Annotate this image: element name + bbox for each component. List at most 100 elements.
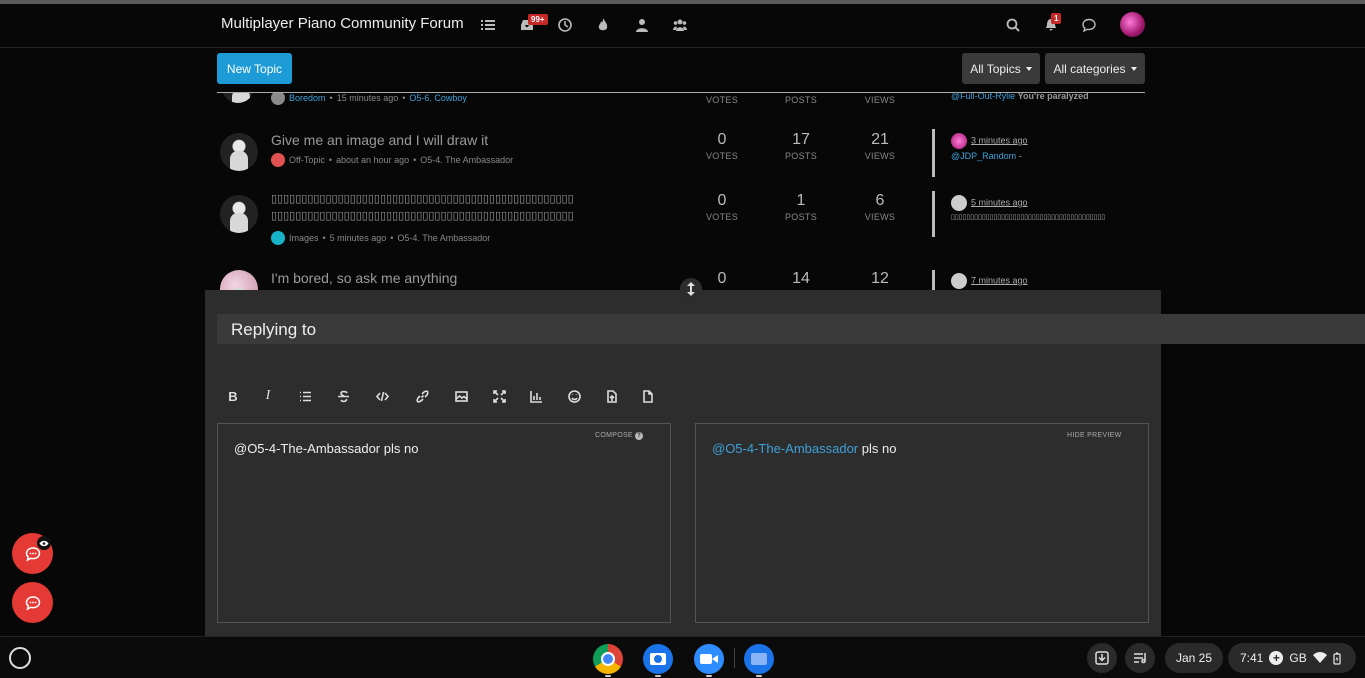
search-icon[interactable] xyxy=(1003,15,1023,35)
topic-author[interactable]: O5-4. The Ambassador xyxy=(397,233,490,243)
last-reply-text: - xyxy=(1018,151,1022,161)
last-reply-avatar[interactable] xyxy=(951,133,967,149)
last-reply-teaser: @JDP_Random - xyxy=(951,151,1022,161)
chrome-icon[interactable] xyxy=(593,644,623,674)
topic-title[interactable]: Give me an image and I will draw it xyxy=(271,132,488,148)
strikethrough-icon[interactable] xyxy=(330,385,356,407)
media-controls-icon[interactable] xyxy=(1125,643,1155,673)
zoom-icon[interactable] xyxy=(694,644,724,674)
last-reply-time[interactable]: 3 minutes ago xyxy=(971,135,1028,145)
posts-stat: 1 POSTS xyxy=(784,192,817,222)
last-reply-text: You're paralyzed xyxy=(1017,92,1089,101)
user-avatar[interactable] xyxy=(1120,12,1145,37)
groups-icon[interactable] xyxy=(670,15,690,35)
topic-title[interactable]: ▯▯▯▯▯▯▯▯▯▯▯▯▯▯▯▯▯▯▯▯▯▯▯▯▯▯▯▯▯▯▯▯▯▯▯▯▯▯▯▯… xyxy=(271,191,671,225)
topic-author[interactable]: O5-6. Cowboy xyxy=(409,93,467,103)
chat-icon xyxy=(25,595,40,610)
separator: • xyxy=(328,155,333,165)
users-icon[interactable] xyxy=(632,15,652,35)
compose-text: @O5-4-The-Ambassador pls no xyxy=(234,441,419,456)
chart-icon[interactable] xyxy=(523,385,549,407)
unread-badge: 99+ xyxy=(528,14,548,25)
list-icon[interactable] xyxy=(292,385,318,407)
wifi-icon xyxy=(1312,652,1327,663)
file-upload-icon[interactable] xyxy=(598,385,624,407)
topic-row[interactable]: Give me an image and I will draw it Off-… xyxy=(217,129,1145,185)
category-link[interactable]: Boredom xyxy=(289,93,326,103)
topic-title-line: ▯▯▯▯▯▯▯▯▯▯▯▯▯▯▯▯▯▯▯▯▯▯▯▯▯▯▯▯▯▯▯▯▯▯▯▯▯▯▯▯… xyxy=(271,210,574,222)
hide-preview-link[interactable]: HIDE PREVIEW xyxy=(1067,432,1122,439)
topic-title-line: ▯▯▯▯▯▯▯▯▯▯▯▯▯▯▯▯▯▯▯▯▯▯▯▯▯▯▯▯▯▯▯▯▯▯▯▯▯▯▯▯… xyxy=(271,193,574,205)
keyboard-locale: GB xyxy=(1289,651,1307,665)
author-avatar[interactable] xyxy=(220,270,258,290)
topic-list: Boredom • 15 minutes ago • O5-6. Cowboy … xyxy=(217,92,1145,290)
category-link[interactable]: Images xyxy=(289,233,319,243)
posts-stat: 14 xyxy=(792,270,810,287)
app-running-indicator xyxy=(655,675,661,677)
code-icon[interactable] xyxy=(369,385,395,407)
resize-icon[interactable] xyxy=(680,278,702,300)
topic-row[interactable]: Boredom • 15 minutes ago • O5-6. Cowboy … xyxy=(217,92,1145,109)
camera-icon[interactable] xyxy=(643,644,673,674)
all-topics-dropdown[interactable]: All Topics xyxy=(962,53,1040,84)
category-icon xyxy=(271,93,285,105)
image-icon[interactable] xyxy=(448,385,474,407)
italic-icon[interactable]: I xyxy=(255,385,281,407)
file-icon[interactable] xyxy=(634,385,660,407)
recent-icon[interactable] xyxy=(555,15,575,35)
author-avatar[interactable] xyxy=(222,93,254,103)
last-reply-avatar[interactable] xyxy=(951,195,967,211)
views-stat: 6 VIEWS xyxy=(864,192,896,222)
preview-mention[interactable]: @O5-4-The-Ambassador xyxy=(712,441,858,456)
new-topic-button[interactable]: New Topic xyxy=(217,53,292,84)
last-reply-avatar[interactable] xyxy=(951,273,967,289)
last-reply-time[interactable]: 5 minutes ago xyxy=(971,197,1028,207)
topic-title[interactable]: I'm bored, so ask me anything xyxy=(271,270,457,286)
last-reply-user[interactable]: @JDP_Random xyxy=(951,151,1016,161)
navbar: Multiplayer Piano Community Forum 99+ 1 xyxy=(0,4,1365,48)
date-pill[interactable]: Jan 25 xyxy=(1165,643,1223,673)
category-icon xyxy=(271,153,285,167)
last-reply-time[interactable]: 7 minutes ago xyxy=(971,275,1028,285)
topic-row[interactable]: ▯▯▯▯▯▯▯▯▯▯▯▯▯▯▯▯▯▯▯▯▯▯▯▯▯▯▯▯▯▯▯▯▯▯▯▯▯▯▯▯… xyxy=(217,191,1145,261)
fullscreen-icon[interactable] xyxy=(486,385,512,407)
popular-icon[interactable] xyxy=(593,15,613,35)
separator: • xyxy=(402,93,406,103)
category-link[interactable]: Off-Topic xyxy=(289,155,325,165)
separator: • xyxy=(322,233,326,243)
topic-time: 15 minutes ago xyxy=(336,93,399,103)
last-reply-divider xyxy=(932,129,935,177)
author-avatar[interactable] xyxy=(220,133,258,171)
votes-stat: 0 VOTES xyxy=(705,192,738,222)
last-reply-divider xyxy=(932,270,935,290)
compose-textarea[interactable]: COMPOSE ? @O5-4-The-Ambassador pls no xyxy=(217,423,671,623)
status-area[interactable]: 7:41 + GB xyxy=(1228,643,1356,673)
all-categories-dropdown[interactable]: All categories xyxy=(1045,53,1145,84)
preview-body: pls no xyxy=(858,441,897,456)
help-icon[interactable]: ? xyxy=(635,432,644,440)
chats-icon[interactable] xyxy=(1079,15,1099,35)
emoji-icon[interactable] xyxy=(561,385,587,407)
topic-author[interactable]: O5-4. The Ambassador xyxy=(420,155,513,165)
last-reply: 3 minutes ago xyxy=(951,133,1028,149)
bold-icon[interactable]: B xyxy=(220,385,246,407)
categories-icon[interactable] xyxy=(478,15,498,35)
tote-icon[interactable] xyxy=(1087,643,1117,673)
files-icon[interactable] xyxy=(744,644,774,674)
views-stat: 21 VIEWS xyxy=(864,131,896,161)
chat-fab[interactable] xyxy=(12,582,53,623)
preview-pane: HIDE PREVIEW @O5-4-The-Ambassador pls no xyxy=(695,423,1149,623)
forum-title[interactable]: Multiplayer Piano Community Forum xyxy=(221,15,464,32)
clock: 7:41 xyxy=(1240,651,1264,665)
add-circle-icon: + xyxy=(1269,651,1284,665)
launcher-icon[interactable] xyxy=(9,647,31,669)
topic-meta: Boredom • 15 minutes ago • O5-6. Cowboy xyxy=(271,93,467,105)
chevron-down-icon xyxy=(1025,66,1032,71)
posts-stat: 17 POSTS xyxy=(784,131,817,161)
votes-stat: 0 VOTES xyxy=(705,131,738,161)
author-avatar[interactable] xyxy=(220,195,258,233)
camera-lens xyxy=(654,655,662,663)
category-icon xyxy=(271,231,285,245)
last-reply-user[interactable]: @Full-Out-Rylie xyxy=(951,93,1015,101)
link-icon[interactable] xyxy=(409,385,435,407)
